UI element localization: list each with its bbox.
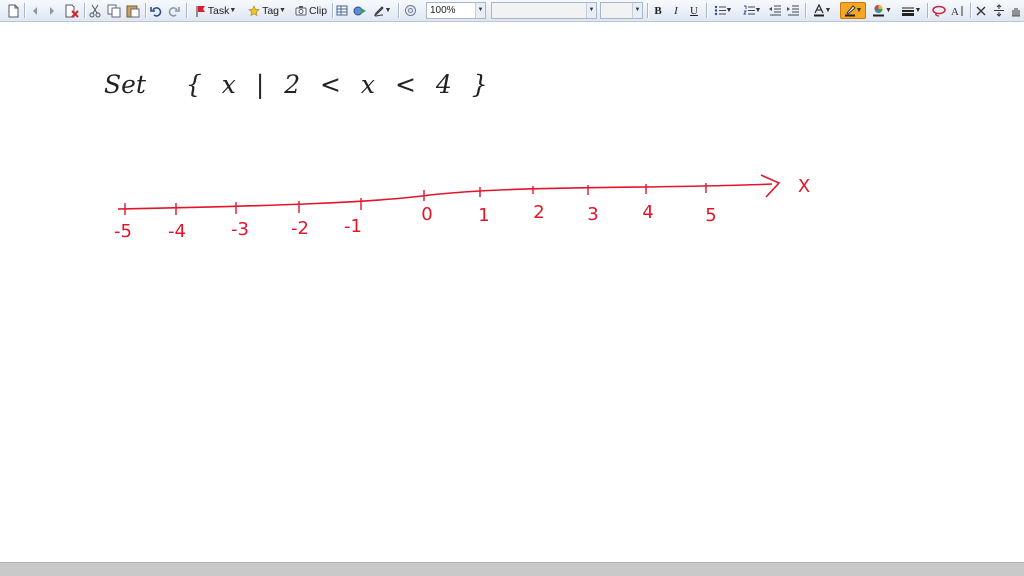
font-name-dropdown-arrow-icon: ▼ — [586, 3, 596, 18]
pen-tool-button[interactable]: ▼ — [371, 2, 393, 19]
zoom-select[interactable]: 100% ▼ — [426, 2, 486, 19]
zoom-dropdown-arrow-icon: ▼ — [475, 3, 485, 18]
font-color-button[interactable]: ▼ — [809, 2, 835, 19]
number-line-axis — [117, 183, 773, 210]
pen-tool-icon — [373, 5, 385, 17]
new-page-icon[interactable] — [5, 2, 21, 19]
tag-button[interactable]: Tag ▼ — [244, 2, 290, 19]
tick-label: -5 — [114, 221, 132, 242]
table-icon[interactable] — [335, 2, 349, 19]
tick-label: 5 — [705, 205, 716, 226]
numbered-list-button[interactable]: ▼ — [739, 2, 765, 19]
underline-button[interactable]: U — [687, 2, 701, 19]
undo-icon[interactable] — [149, 2, 163, 19]
bullet-list-button[interactable]: ▼ — [710, 2, 736, 19]
text-insert-icon[interactable]: A — [950, 2, 966, 19]
tick-label: -2 — [291, 218, 309, 239]
decrease-indent-icon[interactable] — [768, 2, 782, 19]
clip-button[interactable]: Clip — [292, 2, 330, 19]
tag-dropdown-arrow-icon: ▼ — [279, 7, 286, 14]
pen-color-dropdown-arrow-icon: ▼ — [885, 7, 892, 14]
paste-icon[interactable] — [125, 2, 141, 19]
bold-button[interactable]: B — [651, 2, 665, 19]
highlighter-dropdown-arrow-icon: ▼ — [855, 7, 863, 14]
status-bar — [0, 562, 1024, 576]
axis-label: X — [798, 176, 810, 197]
note-canvas[interactable]: Set { x | 2 < x < 4 } -5 -4 -3 -2 -1 0 1… — [0, 22, 1024, 562]
task-dropdown-arrow-icon: ▼ — [229, 7, 237, 14]
tag-star-icon — [248, 4, 260, 17]
tick-label: 4 — [642, 202, 653, 223]
tick-label: -4 — [168, 221, 186, 242]
number-line-drawing: -5 -4 -3 -2 -1 0 1 2 3 4 5 X — [114, 174, 810, 242]
cut-icon[interactable] — [88, 2, 102, 19]
font-size-select[interactable]: ▼ — [600, 2, 643, 19]
forward-arrow-icon[interactable] — [45, 2, 59, 19]
tick-label: -1 — [344, 216, 362, 237]
copy-icon[interactable] — [106, 2, 122, 19]
increase-indent-icon[interactable] — [786, 2, 800, 19]
bullet-dropdown-arrow-icon: ▼ — [725, 7, 733, 14]
lasso-icon[interactable] — [931, 2, 947, 19]
tick-label: -3 — [231, 219, 249, 240]
font-size-dropdown-arrow-icon: ▼ — [632, 3, 642, 18]
redo-icon[interactable] — [167, 2, 181, 19]
pen-color-icon — [872, 4, 885, 17]
clip-camera-icon — [295, 5, 307, 16]
highlighter-button[interactable]: ▼ — [840, 2, 866, 19]
font-name-select[interactable]: ▼ — [491, 2, 597, 19]
bullet-list-icon — [714, 5, 726, 16]
pen-color-button[interactable]: ▼ — [869, 2, 895, 19]
toolbar: Task ▼ Tag ▼ Clip ▼ 100% ▼ ▼ ▼ B I U ▼ ▼… — [0, 0, 1024, 22]
tick-label: 0 — [421, 204, 432, 225]
insert-media-icon[interactable] — [352, 2, 368, 19]
font-color-dropdown-arrow-icon: ▼ — [824, 7, 832, 14]
svg-text:A: A — [951, 6, 959, 17]
numbered-list-icon — [742, 5, 755, 16]
font-color-icon — [813, 4, 825, 17]
numbered-dropdown-arrow-icon: ▼ — [754, 7, 762, 14]
italic-button[interactable]: I — [669, 2, 683, 19]
axis-arrowhead-icon — [760, 174, 781, 198]
task-flag-icon — [196, 5, 206, 17]
back-arrow-icon[interactable] — [28, 2, 42, 19]
eraser-icon[interactable] — [974, 2, 988, 19]
zoom-icon[interactable] — [402, 2, 418, 19]
tick-label: 1 — [478, 205, 489, 226]
delete-page-icon[interactable] — [63, 2, 81, 19]
tick-label: 3 — [587, 204, 598, 225]
tick-label: 2 — [533, 202, 544, 223]
pen-dropdown-arrow-icon: ▼ — [384, 7, 392, 14]
insert-space-icon[interactable] — [992, 2, 1006, 19]
line-width-dropdown-arrow-icon: ▼ — [914, 7, 922, 14]
task-button[interactable]: Task ▼ — [191, 2, 241, 19]
panning-hand-icon[interactable] — [1009, 2, 1021, 19]
highlighter-icon — [844, 4, 856, 17]
line-width-icon — [901, 6, 915, 16]
line-width-button[interactable]: ▼ — [898, 2, 924, 19]
